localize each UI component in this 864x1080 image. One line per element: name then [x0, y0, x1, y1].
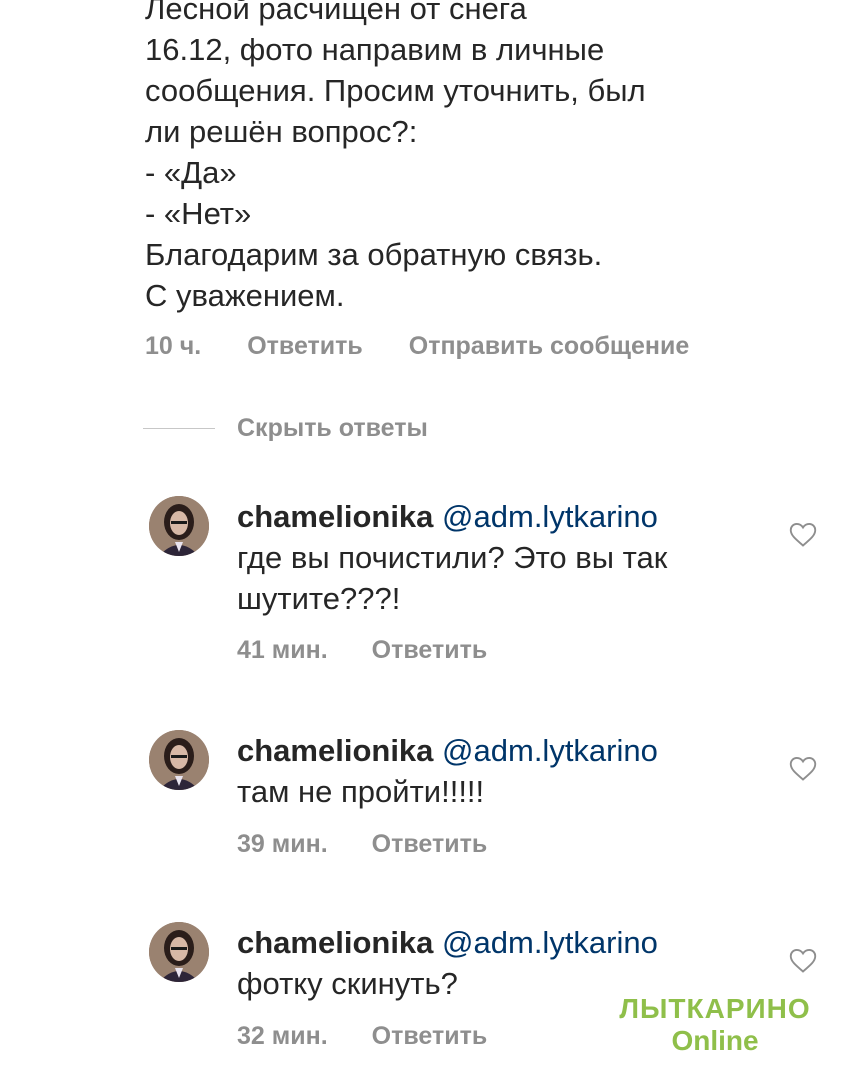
username-link[interactable]: chamelionika — [237, 733, 433, 768]
reply-message: там не пройти!!!!! — [237, 774, 485, 809]
reply-button[interactable]: Ответить — [372, 636, 488, 665]
reply-button[interactable]: Ответить — [372, 830, 488, 859]
reply-text: chamelionika @adm.lytkarino где вы почист… — [237, 496, 777, 619]
parent-text-line: - «Нет» — [145, 196, 252, 231]
avatar[interactable] — [149, 730, 209, 790]
hide-replies-button[interactable]: Скрыть ответы — [143, 414, 428, 443]
parent-text-line: Лесной расчищен от снега — [145, 0, 527, 26]
reply-button[interactable]: Ответить — [372, 1022, 488, 1051]
heart-outline-icon[interactable] — [789, 948, 817, 974]
hide-replies-label: Скрыть ответы — [237, 414, 428, 442]
mention-link[interactable]: @adm.lytkarino — [442, 499, 658, 534]
comment-time: 32 мин. — [237, 1022, 328, 1050]
parent-text-line: сообщения. Просим уточнить, был — [145, 73, 646, 108]
reply-button[interactable]: Ответить — [247, 332, 363, 361]
parent-comment-text: Лесной расчищен от снега 16.12, фото нап… — [145, 0, 825, 316]
reply-body: chamelionika @adm.lytkarino где вы почист… — [237, 496, 777, 619]
reply-body: chamelionika @adm.lytkarino фотку скинуть… — [237, 922, 777, 1004]
avatar-image — [149, 496, 209, 556]
reply-text: chamelionika @adm.lytkarino фотку скинуть… — [237, 922, 777, 1004]
reply-meta: 41 мин. Ответить — [237, 636, 487, 665]
username-link[interactable]: chamelionika — [237, 925, 433, 960]
avatar-image — [149, 730, 209, 790]
watermark-line2: Online — [671, 1025, 759, 1056]
heart-outline-icon[interactable] — [789, 756, 817, 782]
parent-text-line: С уважением. — [145, 278, 345, 313]
comment-time: 39 мин. — [237, 830, 328, 858]
parent-text-line: - «Да» — [145, 155, 237, 190]
watermark-line1: ЛЫТКАРИНО — [619, 993, 811, 1024]
parent-comment: Лесной расчищен от снега 16.12, фото нап… — [145, 0, 825, 316]
avatar[interactable] — [149, 496, 209, 556]
reply-text: chamelionika @adm.lytkarino там не пройти… — [237, 730, 777, 812]
parent-text-line: 16.12, фото направим в личные — [145, 32, 605, 67]
mention-link[interactable]: @adm.lytkarino — [442, 925, 658, 960]
reply-body: chamelionika @adm.lytkarino там не пройти… — [237, 730, 777, 812]
reply-meta: 39 мин. Ответить — [237, 830, 487, 859]
heart-outline-icon[interactable] — [789, 522, 817, 548]
avatar-image — [149, 922, 209, 982]
reply-message: где вы почистили? Это вы так — [237, 540, 668, 575]
avatar[interactable] — [149, 922, 209, 982]
comment-time: 41 мин. — [237, 636, 328, 664]
watermark-logo: ЛЫТКАРИНО Online — [610, 993, 820, 1057]
divider-line — [143, 428, 215, 429]
username-link[interactable]: chamelionika — [237, 499, 433, 534]
reply-meta: 32 мин. Ответить — [237, 1022, 487, 1051]
comment-time: 10 ч. — [145, 332, 202, 360]
parent-text-line: Благодарим за обратную связь. — [145, 237, 603, 272]
reply-message-cont: шутите???! — [237, 581, 401, 616]
parent-text-line: ли решён вопрос?: — [145, 114, 418, 149]
send-message-button[interactable]: Отправить сообщение — [409, 332, 690, 361]
reply-message: фотку скинуть? — [237, 966, 458, 1001]
parent-comment-meta: 10 ч. Ответить Отправить сообщение — [145, 332, 689, 361]
mention-link[interactable]: @adm.lytkarino — [442, 733, 658, 768]
